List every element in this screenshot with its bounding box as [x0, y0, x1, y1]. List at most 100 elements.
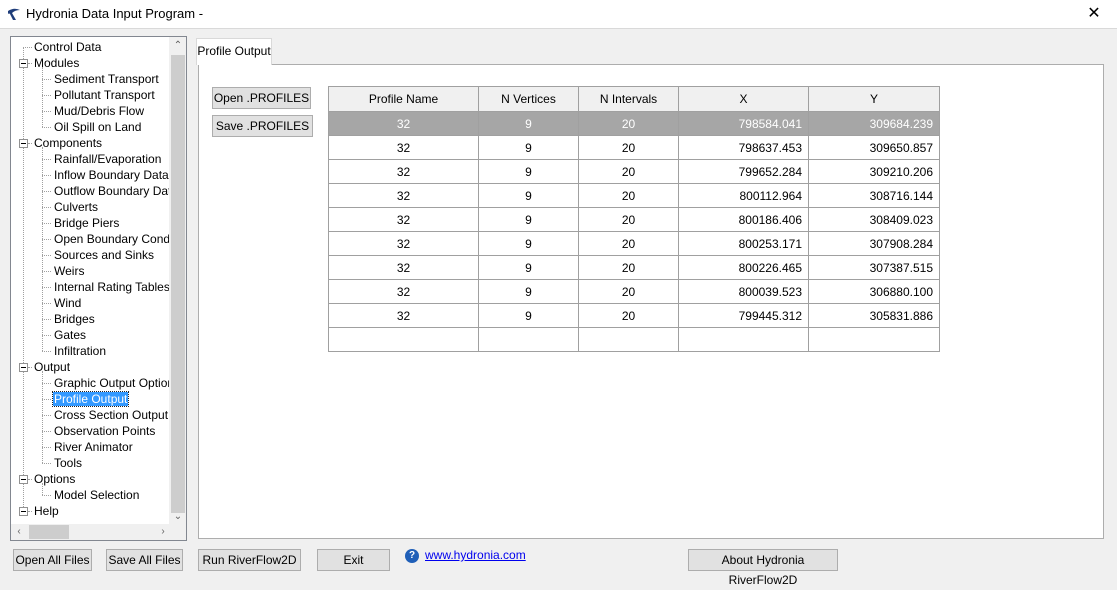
tree-item[interactable]: Model Selection: [53, 487, 140, 503]
tree-item[interactable]: Modules: [33, 55, 80, 71]
profiles-grid[interactable]: Profile Name N Vertices N Intervals X Y 32 9 2…: [328, 86, 940, 352]
column-header[interactable]: N Intervals: [578, 86, 679, 112]
table-cell[interactable]: 800186.406: [678, 207, 809, 232]
table-cell[interactable]: 9: [478, 255, 579, 280]
scroll-right-icon[interactable]: ›: [155, 524, 171, 540]
table-row[interactable]: 32 9 20 799445.312 305831.886: [328, 303, 940, 328]
table-cell[interactable]: 32: [328, 135, 479, 160]
exit-button[interactable]: Exit: [317, 549, 390, 571]
collapse-icon[interactable]: [19, 475, 28, 484]
table-cell[interactable]: 308716.144: [808, 183, 940, 208]
table-row[interactable]: 32 9 20 800253.171 307908.284: [328, 231, 940, 256]
table-cell[interactable]: [808, 327, 940, 352]
column-header[interactable]: X: [678, 86, 809, 112]
tree-item[interactable]: Open Boundary Conditior: [53, 231, 171, 247]
table-cell[interactable]: 32: [328, 255, 479, 280]
table-cell[interactable]: 9: [478, 231, 579, 256]
table-cell[interactable]: 800253.171: [678, 231, 809, 256]
table-cell[interactable]: 9: [478, 303, 579, 328]
tree-item[interactable]: Wind: [53, 295, 82, 311]
tree-item[interactable]: Graphic Output Options: [53, 375, 171, 391]
tree-item[interactable]: Outflow Boundary Data: [53, 183, 171, 199]
tree-item[interactable]: Rainfall/Evaporation: [53, 151, 162, 167]
column-header[interactable]: Profile Name: [328, 86, 479, 112]
table-cell[interactable]: 20: [578, 135, 679, 160]
column-header[interactable]: N Vertices: [478, 86, 579, 112]
tree-item[interactable]: Help: [33, 503, 60, 519]
scroll-up-icon[interactable]: ⌃: [170, 37, 186, 54]
run-riverflow2d-button[interactable]: Run RiverFlow2D: [198, 549, 301, 571]
tree-item[interactable]: Infiltration: [53, 343, 107, 359]
table-cell[interactable]: 309650.857: [808, 135, 940, 160]
tree-item[interactable]: Sources and Sinks: [53, 247, 155, 263]
table-row[interactable]: 32 9 20 800186.406 308409.023: [328, 207, 940, 232]
tree-item[interactable]: Weirs: [53, 263, 85, 279]
collapse-icon[interactable]: [19, 59, 28, 68]
collapse-icon[interactable]: [19, 363, 28, 372]
collapse-icon[interactable]: [19, 507, 28, 516]
tree-item[interactable]: Gates: [53, 327, 87, 343]
table-cell[interactable]: 307387.515: [808, 255, 940, 280]
open-all-files-button[interactable]: Open All Files: [13, 549, 92, 571]
table-cell[interactable]: 309210.206: [808, 159, 940, 184]
table-cell[interactable]: 20: [578, 207, 679, 232]
tree-item[interactable]: Mud/Debris Flow: [53, 103, 145, 119]
table-cell[interactable]: [678, 327, 809, 352]
tree-item[interactable]: River Animator: [53, 439, 134, 455]
scroll-down-icon[interactable]: ⌄: [170, 508, 186, 525]
tree-item[interactable]: Sediment Transport: [53, 71, 160, 87]
table-cell[interactable]: 800039.523: [678, 279, 809, 304]
tree-item[interactable]: Options: [33, 471, 76, 487]
tree-item[interactable]: Cross Section Output: [53, 407, 169, 423]
table-cell[interactable]: 306880.100: [808, 279, 940, 304]
table-cell[interactable]: 32: [328, 303, 479, 328]
table-cell[interactable]: 307908.284: [808, 231, 940, 256]
table-cell[interactable]: 9: [478, 159, 579, 184]
table-row[interactable]: 32 9 20 798637.453 309650.857: [328, 135, 940, 160]
tab-profile-output[interactable]: Profile Output: [196, 38, 272, 65]
table-cell[interactable]: 20: [578, 111, 679, 136]
tree-horizontal-scrollbar[interactable]: ‹ ›: [11, 524, 171, 540]
table-cell[interactable]: 32: [328, 207, 479, 232]
table-row[interactable]: 32 9 20 800226.465 307387.515: [328, 255, 940, 280]
table-cell[interactable]: [328, 327, 479, 352]
tree-item[interactable]: Output: [33, 359, 71, 375]
table-cell[interactable]: 20: [578, 183, 679, 208]
tree-item[interactable]: Oil Spill on Land: [53, 119, 142, 135]
about-hydronia-button[interactable]: About Hydronia RiverFlow2D: [688, 549, 838, 587]
table-cell[interactable]: 20: [578, 231, 679, 256]
table-cell[interactable]: 798637.453: [678, 135, 809, 160]
table-cell[interactable]: 20: [578, 303, 679, 328]
table-cell[interactable]: 32: [328, 159, 479, 184]
tree-item[interactable]: Tools: [53, 455, 83, 471]
table-row[interactable]: 32 9 20 798584.041 309684.239: [328, 111, 940, 136]
save-all-files-button[interactable]: Save All Files: [106, 549, 183, 571]
tree-item[interactable]: Control Data: [33, 39, 102, 55]
hydronia-website-link[interactable]: www.hydronia.com: [425, 548, 526, 562]
table-cell[interactable]: 20: [578, 255, 679, 280]
tree-item[interactable]: Pollutant Transport: [53, 87, 156, 103]
open-profiles-button[interactable]: Open .PROFILES: [212, 87, 311, 109]
tree-item[interactable]: Observation Points: [53, 423, 156, 439]
scrollbar-thumb[interactable]: [171, 55, 185, 513]
close-icon[interactable]: ✕: [1071, 0, 1117, 28]
table-row[interactable]: 32 9 20 799652.284 309210.206: [328, 159, 940, 184]
table-cell[interactable]: 9: [478, 207, 579, 232]
table-cell[interactable]: 800112.964: [678, 183, 809, 208]
table-cell[interactable]: 9: [478, 183, 579, 208]
table-cell[interactable]: 9: [478, 279, 579, 304]
tree-item[interactable]: Internal Rating Tables: [53, 279, 171, 295]
new-row[interactable]: [328, 327, 940, 352]
collapse-icon[interactable]: [19, 139, 28, 148]
tree-item[interactable]: Culverts: [53, 199, 99, 215]
column-header[interactable]: Y: [808, 86, 940, 112]
table-cell[interactable]: [478, 327, 579, 352]
save-profiles-button[interactable]: Save .PROFILES: [212, 115, 313, 137]
table-cell[interactable]: 308409.023: [808, 207, 940, 232]
tree-vertical-scrollbar[interactable]: ⌃ ⌄: [169, 37, 186, 525]
table-cell[interactable]: 20: [578, 159, 679, 184]
tree-item[interactable]: Inflow Boundary Data: [53, 167, 170, 183]
table-cell[interactable]: 32: [328, 183, 479, 208]
table-cell[interactable]: 9: [478, 135, 579, 160]
table-cell[interactable]: 20: [578, 279, 679, 304]
